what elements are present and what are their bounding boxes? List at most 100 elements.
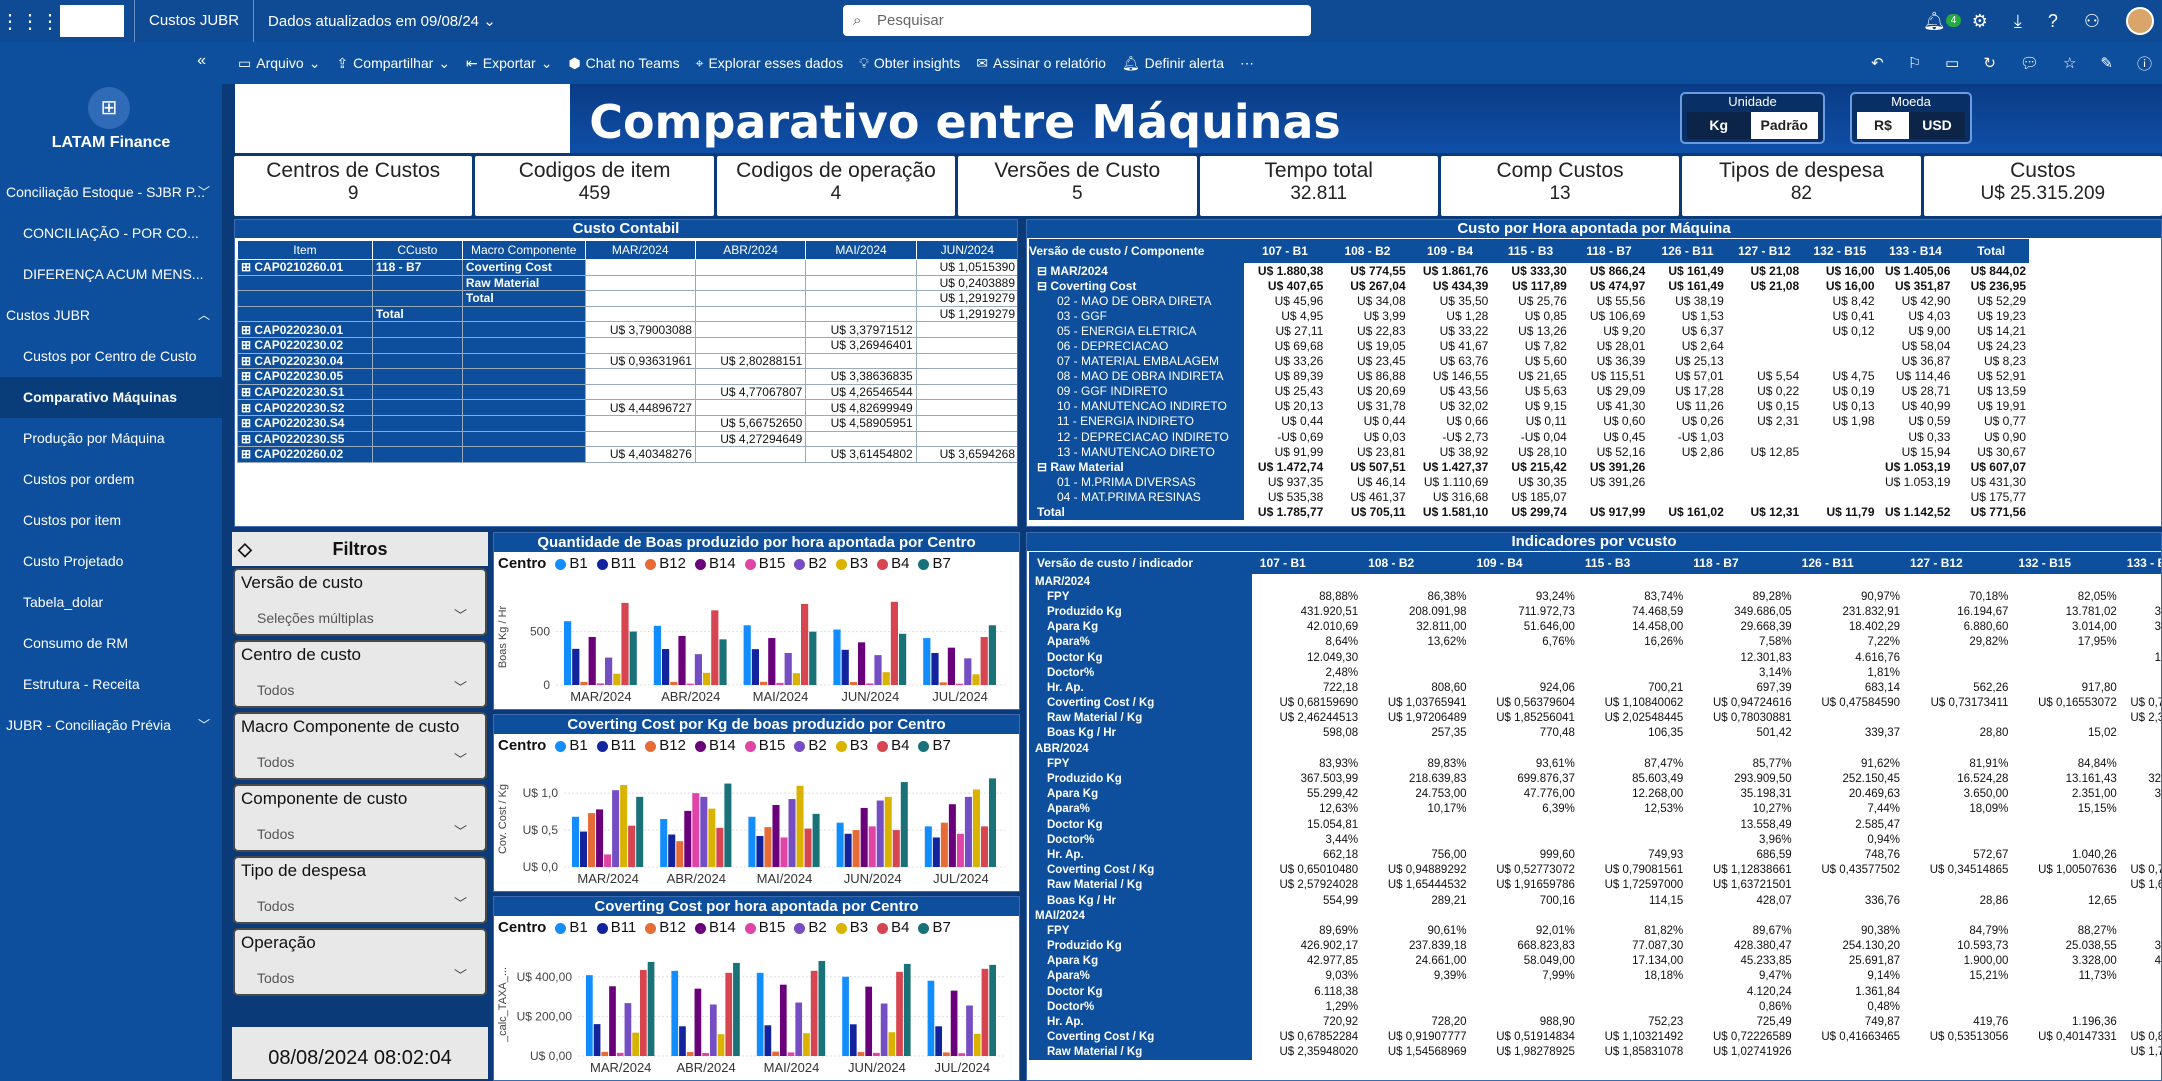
bar[interactable] — [764, 1025, 772, 1056]
bar[interactable] — [943, 1052, 950, 1056]
bar[interactable] — [890, 601, 898, 685]
bar[interactable] — [716, 827, 724, 867]
slicer-dropdown[interactable]: Operação Todos ﹀ — [233, 928, 487, 996]
table-row[interactable]: Doctor% 1,29% 0,86% 0,48% — [1029, 999, 2161, 1015]
table-row[interactable]: 07 - MATERIAL EMBALAGEM U$ 33,26 U$ 23,45 U… — [1029, 353, 2029, 369]
table-row[interactable]: 11 - ENERGIA INDIRETO U$ 0,44 U$ 0,44 U$ 0,… — [1029, 413, 2029, 430]
bar[interactable] — [624, 1003, 632, 1056]
bar[interactable] — [939, 682, 947, 685]
table-row[interactable]: ⊞ CAP0220230.01 U$ 3,79003088 U$ 3,3797151… — [237, 321, 1017, 338]
bar[interactable] — [980, 826, 988, 867]
table-row[interactable]: Hr. Ap. 722,18 808,60 924,06 700,21 697,39 683… — [1029, 680, 2161, 696]
table-row[interactable]: ABR/2024 — [1029, 741, 2161, 757]
expand-icon[interactable]: ⊞ — [241, 401, 254, 415]
bar[interactable] — [948, 804, 956, 867]
bar[interactable] — [593, 1024, 601, 1056]
table-row[interactable]: Total U$ 1,2919279 — [237, 290, 1017, 307]
legend-item[interactable]: B2 — [794, 919, 827, 936]
table-row[interactable]: MAI/2024 — [1029, 908, 2161, 924]
share-people-icon[interactable]: ⚇ — [2084, 11, 2100, 32]
action-subscribe-button[interactable]: ✉ Assinar o relatório — [976, 55, 1106, 72]
bar[interactable] — [724, 783, 732, 867]
bar[interactable] — [860, 807, 868, 867]
download-icon[interactable]: ⤓ — [2014, 11, 2022, 32]
avatar[interactable] — [2126, 7, 2154, 35]
table-row[interactable]: ⊞ CAP0220230.S4 U$ 5,66752650 U$ 4,5890595… — [237, 414, 1017, 432]
table-row[interactable]: ⊞ CAP0220230.02 U$ 3,26946401 — [237, 336, 1017, 354]
bar[interactable] — [711, 610, 719, 685]
table-row[interactable]: Raw Material / Kg U$ 2,46244513 U$ 1,97206… — [1029, 710, 2161, 726]
bar[interactable] — [596, 809, 604, 867]
table-row[interactable]: Raw Material / Kg U$ 2,35948020 U$ 1,54568… — [1029, 1044, 2161, 1060]
nav-item[interactable]: Custos JUBR ︿ — [0, 295, 222, 336]
table-row[interactable]: Doctor Kg15.054,8113.558,492.585,479.5 — [1029, 817, 2161, 833]
column-header[interactable]: MAR/2024 — [584, 240, 696, 260]
bar[interactable] — [692, 793, 700, 867]
moeda-option[interactable]: USD — [1909, 112, 1965, 139]
legend-item[interactable]: B12 — [645, 737, 686, 754]
table-row[interactable]: 04 - MAT.PRIMA RESINAS U$ 535,38 U$ 461,37… — [1029, 489, 2029, 505]
nav-item[interactable]: Custos por Centro de Custo — [0, 336, 222, 377]
bar[interactable] — [694, 654, 702, 685]
bar[interactable] — [927, 980, 935, 1056]
bar[interactable] — [601, 1051, 609, 1056]
column-header[interactable]: 109 - B4 — [1408, 239, 1492, 263]
bar[interactable] — [818, 960, 826, 1056]
bar[interactable] — [841, 649, 849, 685]
legend-item[interactable]: B12 — [645, 919, 686, 936]
bar[interactable] — [613, 673, 621, 685]
bar[interactable] — [717, 1034, 725, 1056]
comment-icon[interactable]: 💬︎ — [2020, 54, 2039, 72]
column-header[interactable]: 108 - B2 — [1360, 552, 1469, 574]
bar[interactable] — [892, 830, 900, 867]
bar[interactable] — [836, 822, 844, 867]
column-header[interactable]: Versão de custo / Componente — [1029, 239, 1244, 263]
bar[interactable] — [751, 649, 759, 685]
legend-item[interactable]: B7 — [918, 555, 951, 572]
nav-item[interactable]: Estrutura - Receita — [0, 664, 222, 705]
legend-item[interactable]: B11 — [596, 555, 636, 572]
legend-item[interactable]: B15 — [744, 919, 785, 936]
table-row[interactable]: FPY 89,69% 90,61% 92,01% 81,82% 89,67% 90,38% 8… — [1029, 923, 2161, 939]
bar[interactable] — [966, 1005, 973, 1056]
bar[interactable] — [989, 964, 996, 1056]
nav-item[interactable]: Comparativo Máquinas — [0, 377, 222, 418]
bar[interactable] — [733, 962, 740, 1056]
slicer-dropdown[interactable]: Versão de custo Seleções múltiplas ﹀ — [233, 568, 487, 636]
bar[interactable] — [972, 674, 980, 685]
bar[interactable] — [639, 970, 647, 1056]
bar[interactable] — [973, 1033, 981, 1056]
collapse-icon[interactable]: « — [197, 52, 206, 70]
bar[interactable] — [764, 827, 772, 867]
bar[interactable] — [709, 1004, 717, 1057]
bar[interactable] — [804, 828, 812, 867]
bar[interactable] — [580, 831, 588, 867]
bar[interactable] — [670, 681, 678, 685]
action-export-button[interactable]: ⇤ Exportar ⌄ — [466, 55, 552, 72]
column-header[interactable]: 115 - B3 — [1491, 239, 1570, 263]
table-row[interactable]: ⊞ CAP0220230.S1 U$ 4,77067807 U$ 4,2654654… — [237, 383, 1017, 401]
nav-item[interactable]: Custo Projetado — [0, 541, 222, 582]
column-header[interactable]: 127 - B12 — [1726, 239, 1803, 263]
slicer-dropdown[interactable]: Componente de custo Todos ﹀ — [233, 784, 487, 852]
table-row[interactable]: ⊞ CAP0220230.04 U$ 0,93631961 U$ 2,8028815… — [237, 352, 1017, 370]
legend-item[interactable]: B7 — [918, 919, 951, 936]
legend-item[interactable]: B1 — [555, 555, 588, 572]
table-row[interactable]: ⊟ Coverting Cost U$ 407,65 U$ 267,04 U$ 434… — [1029, 278, 2029, 294]
expand-icon[interactable]: ⊞ — [241, 416, 254, 430]
bar[interactable] — [788, 799, 796, 867]
bar[interactable] — [760, 681, 768, 685]
nav-item[interactable]: Custos por item — [0, 500, 222, 541]
bar[interactable] — [678, 635, 686, 685]
table-row[interactable]: Apara% 8,64% 13,62% 6,76% 16,26% 7,58% 7,22% 29… — [1029, 634, 2161, 650]
expand-icon[interactable]: ⊞ — [241, 447, 254, 461]
table-row[interactable]: 08 - MAO DE OBRA INDIRETA U$ 89,39 U$ 86,8… — [1029, 368, 2029, 384]
legend-item[interactable]: B3 — [835, 919, 868, 936]
bar[interactable] — [694, 988, 702, 1056]
legend-item[interactable]: B3 — [835, 737, 868, 754]
expand-icon[interactable]: ⊞ — [241, 323, 254, 337]
bar[interactable] — [629, 631, 637, 685]
table-row[interactable]: 09 - GGF INDIRETO U$ 25,43 U$ 20,69 U$ 43,5… — [1029, 383, 2029, 399]
action-alert-button[interactable]: 🔔︎ Definir alerta — [1122, 55, 1224, 72]
bar[interactable] — [725, 972, 733, 1056]
